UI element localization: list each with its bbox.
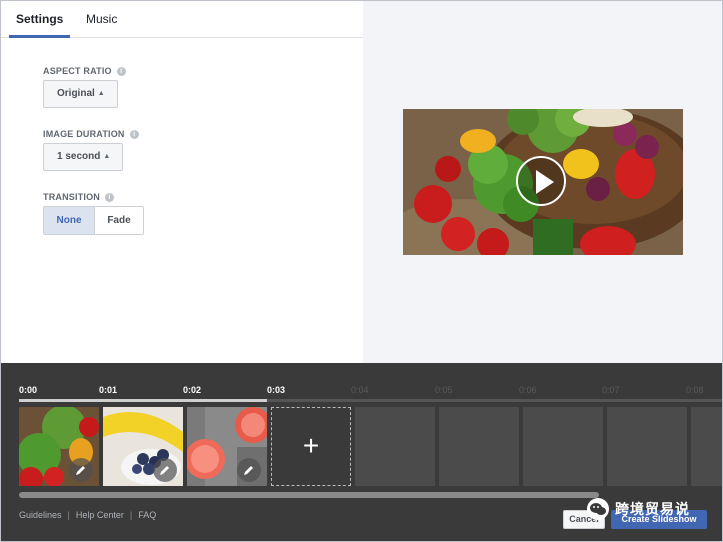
watermark-text: 跨境贸易说: [615, 501, 690, 517]
empty-slot: [355, 407, 435, 486]
timeline-progress: [19, 399, 267, 402]
watermark: 跨境贸易说: [587, 494, 722, 524]
help-center-link[interactable]: Help Center: [76, 510, 124, 520]
aspect-ratio-heading: ASPECT RATIO i: [43, 66, 126, 77]
faq-link[interactable]: FAQ: [138, 510, 156, 520]
timeline-ruler[interactable]: [19, 399, 722, 402]
guidelines-link[interactable]: Guidelines: [19, 510, 62, 520]
image-duration-label: IMAGE DURATION: [43, 129, 125, 139]
tab-bar: Settings Music: [1, 1, 363, 38]
aspect-ratio-select[interactable]: Original ▲︎: [43, 80, 118, 108]
footer-links: Guidelines | Help Center | FAQ: [19, 510, 157, 520]
transition-heading: TRANSITION i: [43, 192, 114, 203]
image-duration-select[interactable]: 1 second ▲︎: [43, 143, 124, 171]
image-duration-value: 1 second: [57, 151, 101, 162]
empty-slot: [691, 407, 722, 486]
info-icon[interactable]: i: [116, 67, 126, 77]
timeline-tick: 0:06: [519, 385, 537, 395]
preview-image[interactable]: [403, 109, 683, 255]
edit-pencil-icon[interactable]: [69, 458, 93, 482]
empty-slot: [439, 407, 519, 486]
tab-settings[interactable]: Settings: [9, 1, 71, 38]
timeline-tick: 0:00: [19, 385, 38, 395]
edit-pencil-icon[interactable]: [153, 458, 177, 482]
timeline-tick: 0:08: [686, 385, 704, 395]
timeline-tick: 0:03: [267, 385, 286, 395]
add-slide-button[interactable]: +: [271, 407, 351, 486]
wechat-logo-icon: [587, 498, 609, 520]
select-caret-icon: ▲︎: [97, 90, 105, 97]
info-icon[interactable]: i: [129, 130, 139, 140]
timeline-panel: 0:00 0:01 0:02 0:03 0:04 0:05 0:06 0:07 …: [1, 363, 722, 541]
info-icon[interactable]: i: [105, 193, 114, 203]
slide-thumbnail[interactable]: [19, 407, 99, 486]
timeline-tick: 0:02: [183, 385, 202, 395]
edit-pencil-icon[interactable]: [237, 458, 261, 482]
transition-label: TRANSITION: [43, 192, 100, 202]
timeline-tick: 0:05: [435, 385, 453, 395]
timeline-scrollbar[interactable]: [19, 492, 599, 498]
select-caret-icon: ▲︎: [103, 153, 111, 160]
aspect-ratio-value: Original: [57, 88, 95, 99]
image-duration-heading: IMAGE DURATION i: [43, 129, 139, 140]
timeline-tick: 0:01: [99, 385, 118, 395]
slideshow-editor: Settings Music ASPECT RATIO i Original ▲︎ …: [0, 0, 723, 542]
timeline-tick: 0:07: [602, 385, 620, 395]
transition-toggle: None Fade: [43, 206, 144, 235]
slide-thumbnail[interactable]: [187, 407, 267, 486]
play-icon[interactable]: [516, 156, 566, 206]
tab-music[interactable]: Music: [86, 1, 117, 38]
settings-panel: Settings Music ASPECT RATIO i Original ▲︎ …: [1, 1, 363, 363]
transition-none-button[interactable]: None: [44, 207, 95, 234]
slide-thumbnail[interactable]: [103, 407, 183, 486]
timeline-tick: 0:04: [351, 385, 369, 395]
aspect-ratio-label: ASPECT RATIO: [43, 66, 112, 76]
empty-slot: [607, 407, 687, 486]
transition-fade-button[interactable]: Fade: [95, 207, 143, 234]
empty-slot: [523, 407, 603, 486]
